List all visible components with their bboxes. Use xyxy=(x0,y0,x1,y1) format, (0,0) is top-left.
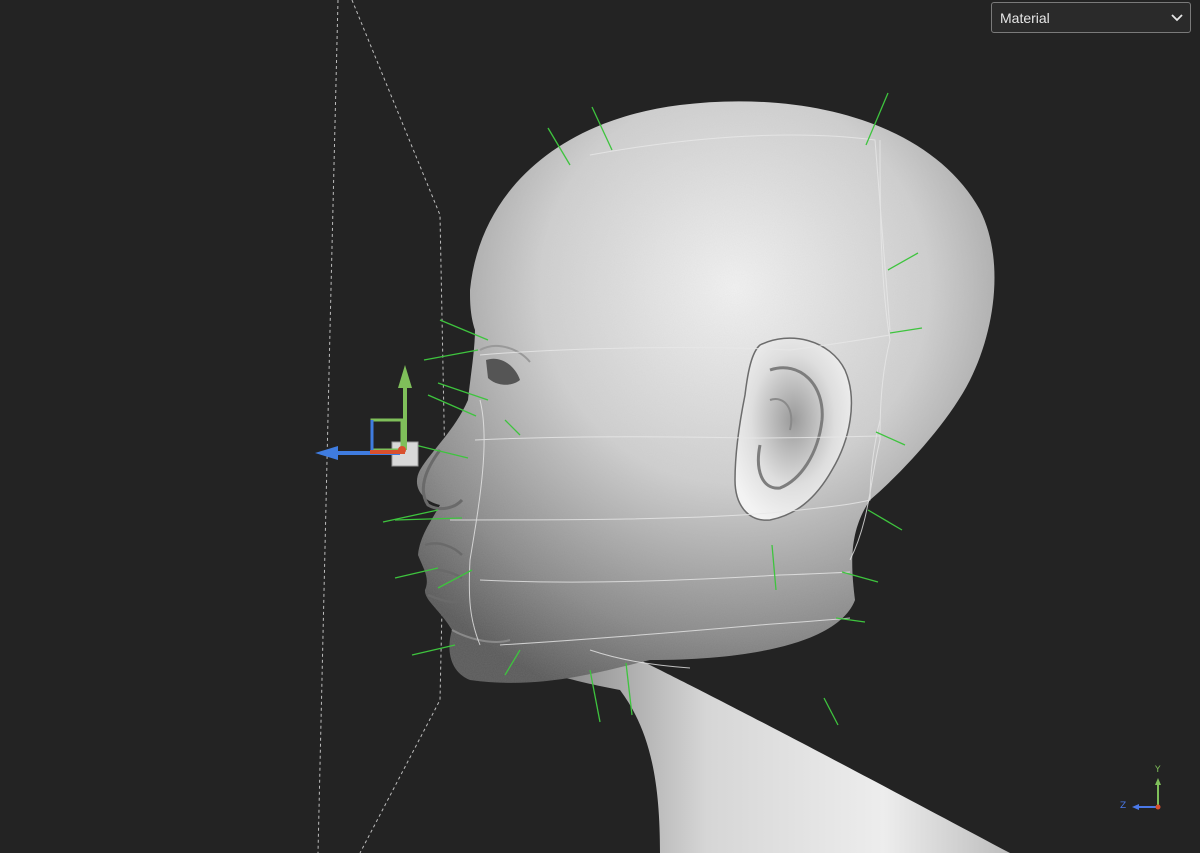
gizmo-y-arrow xyxy=(398,365,412,388)
gizmo-z-arrow xyxy=(315,446,338,460)
transform-gizmo[interactable] xyxy=(315,365,419,467)
chevron-down-icon xyxy=(1171,14,1183,22)
shading-mode-dropdown[interactable]: Material xyxy=(991,2,1191,33)
axis-y-label: Y xyxy=(1155,765,1161,775)
viewport-scene xyxy=(315,0,1010,853)
axis-z-label: Z xyxy=(1120,801,1127,811)
axis-orientation-indicator: Y Z xyxy=(1115,765,1170,815)
shading-mode-value: Material xyxy=(1000,10,1050,26)
gizmo-origin xyxy=(398,446,406,454)
3d-viewport[interactable]: Material Y Z xyxy=(0,0,1200,853)
camera-frustum-guide xyxy=(317,0,446,853)
